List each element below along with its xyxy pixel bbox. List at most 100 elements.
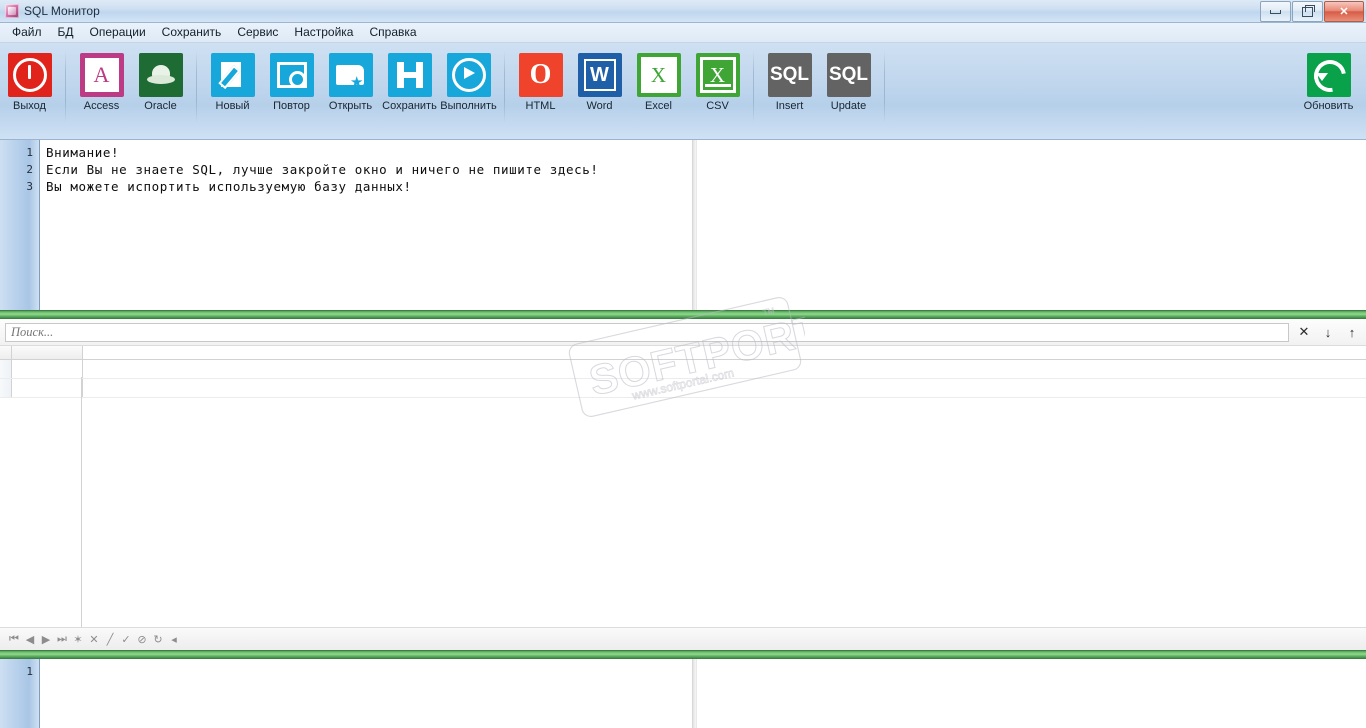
oracle-frog-icon xyxy=(138,53,183,97)
sql-insert-icon: SQL xyxy=(767,53,812,97)
toolbar-oracle-label: Oracle xyxy=(144,100,177,112)
minimize-button[interactable] xyxy=(1260,1,1291,22)
message-editor[interactable]: 1 xyxy=(0,659,1366,728)
menu-service[interactable]: Сервис xyxy=(229,23,286,42)
search-close-button[interactable]: ✕ xyxy=(1292,321,1316,343)
menu-operations[interactable]: Операции xyxy=(82,23,154,42)
toolbar-word[interactable]: W Word xyxy=(570,51,629,112)
toolbar-access-label: Access xyxy=(83,100,120,112)
toolbar-exit[interactable]: Выход xyxy=(0,51,59,112)
menu-save[interactable]: Сохранить xyxy=(154,23,230,42)
restore-icon xyxy=(1302,4,1315,17)
grid-column-header[interactable] xyxy=(12,346,83,359)
menu-file[interactable]: Файл xyxy=(4,23,50,42)
toolbar-update[interactable]: SQL Update xyxy=(819,51,878,112)
nav-edit-button[interactable]: ╱ xyxy=(102,630,118,648)
title-bar: SQL Монитор ✕ xyxy=(0,0,1366,23)
toolbar-refresh[interactable]: Обновить xyxy=(1299,51,1358,112)
menu-help[interactable]: Справка xyxy=(361,23,424,42)
line-number: 1 xyxy=(26,146,33,159)
menu-bar: Файл БД Операции Сохранить Сервис Настро… xyxy=(0,23,1366,43)
nav-post-button[interactable]: ✓ xyxy=(118,630,134,648)
close-button[interactable]: ✕ xyxy=(1324,1,1364,22)
toolbar-access[interactable]: A Access xyxy=(72,51,131,112)
toolbar-excel[interactable]: X Excel xyxy=(629,51,688,112)
toolbar-update-label: Update xyxy=(830,100,867,112)
excel-icon: X xyxy=(636,53,681,97)
refresh-icon xyxy=(1306,53,1351,97)
toolbar-separator-4 xyxy=(753,51,754,123)
toolbar-repeat[interactable]: Повтор xyxy=(262,51,321,112)
splitter-top[interactable] xyxy=(0,310,1366,319)
toolbar-new[interactable]: Новый xyxy=(203,51,262,112)
grid-empty-column-divider xyxy=(11,377,82,627)
line-number: 1 xyxy=(26,665,33,678)
search-input[interactable] xyxy=(5,322,1289,342)
word-icon: W xyxy=(577,53,622,97)
nav-more-button[interactable]: ◂ xyxy=(166,630,182,648)
play-execute-icon xyxy=(446,53,491,97)
splitter-bottom[interactable] xyxy=(0,650,1366,659)
html-opera-icon: O xyxy=(518,53,563,97)
nav-delete-button[interactable]: ✕ xyxy=(86,630,102,648)
nav-insert-button[interactable]: ✶ xyxy=(70,630,86,648)
repeat-preview-icon xyxy=(269,53,314,97)
row-indicator xyxy=(0,360,12,378)
csv-icon: X xyxy=(695,53,740,97)
message-editor-code-area[interactable] xyxy=(40,659,1366,728)
editor-line: Внимание! xyxy=(46,145,120,160)
toolbar-word-label: Word xyxy=(586,100,613,112)
toolbar: Выход A Access Oracle Новый Повтор ★ Отк… xyxy=(0,43,1366,140)
access-icon: A xyxy=(79,53,124,97)
menu-db[interactable]: БД xyxy=(50,23,82,42)
search-find-prev-button[interactable]: ↑ xyxy=(1340,321,1364,343)
grid-header-row xyxy=(0,346,1366,360)
save-floppy-icon xyxy=(387,53,432,97)
result-panel: ✕ ↓ ↑ ⏮ ◀ ▶ ⏭ ✶ ✕ ╱ xyxy=(0,319,1366,650)
grid-indicator-header xyxy=(0,346,12,359)
application-window: SQL Монитор ✕ Файл БД Операции Сохранить… xyxy=(0,0,1366,728)
toolbar-repeat-label: Повтор xyxy=(273,100,310,112)
toolbar-open-label: Открыть xyxy=(328,100,373,112)
minimize-icon xyxy=(1270,9,1281,14)
nav-prior-button[interactable]: ◀ xyxy=(22,630,38,648)
grid-cell[interactable] xyxy=(12,360,83,378)
result-grid[interactable] xyxy=(0,346,1366,627)
toolbar-oracle[interactable]: Oracle xyxy=(131,51,190,112)
line-number: 3 xyxy=(26,180,33,193)
restore-button[interactable] xyxy=(1292,1,1323,22)
nav-next-button[interactable]: ▶ xyxy=(38,630,54,648)
toolbar-separator-1 xyxy=(65,51,66,123)
toolbar-execute[interactable]: Выполнить xyxy=(439,51,498,112)
sql-editor[interactable]: 1 2 3 Внимание! Если Вы не знаете SQL, л… xyxy=(0,140,1366,310)
menu-settings[interactable]: Настройка xyxy=(286,23,361,42)
toolbar-insert[interactable]: SQL Insert xyxy=(760,51,819,112)
nav-last-button[interactable]: ⏭ xyxy=(54,630,70,648)
toolbar-group-exit: Выход xyxy=(0,51,59,123)
toolbar-csv[interactable]: X CSV xyxy=(688,51,747,112)
search-find-next-button[interactable]: ↓ xyxy=(1316,321,1340,343)
nav-refresh-button[interactable]: ↻ xyxy=(150,630,166,648)
nav-cancel-button[interactable]: ⊘ xyxy=(134,630,150,648)
sql-update-icon: SQL xyxy=(826,53,871,97)
window-title: SQL Монитор xyxy=(24,4,100,18)
toolbar-open[interactable]: Открыть xyxy=(321,51,380,112)
toolbar-separator-2 xyxy=(196,51,197,123)
toolbar-group-databases: A Access Oracle xyxy=(72,51,190,123)
editor-right-margin-line xyxy=(692,140,697,310)
editor-gutter: 1 2 3 xyxy=(0,140,40,310)
toolbar-group-file: Новый Повтор Открыть Сохранить Выполнить xyxy=(203,51,498,123)
table-row[interactable] xyxy=(0,360,1366,379)
close-icon: ✕ xyxy=(1339,6,1349,18)
toolbar-insert-label: Insert xyxy=(775,100,804,112)
toolbar-exit-label: Выход xyxy=(13,100,46,112)
app-icon xyxy=(5,4,19,18)
toolbar-save[interactable]: Сохранить xyxy=(380,51,439,112)
editor-code-area[interactable]: Внимание! Если Вы не знаете SQL, лучше з… xyxy=(40,140,1366,310)
toolbar-refresh-label: Обновить xyxy=(1303,100,1354,112)
toolbar-group-sql: SQL Insert SQL Update xyxy=(760,51,878,123)
toolbar-html[interactable]: O HTML xyxy=(511,51,570,112)
db-navigator: ⏮ ◀ ▶ ⏭ ✶ ✕ ╱ ✓ ⊘ ↻ ◂ xyxy=(0,627,1366,650)
table-row[interactable] xyxy=(0,379,1366,398)
nav-first-button[interactable]: ⏮ xyxy=(6,630,22,648)
